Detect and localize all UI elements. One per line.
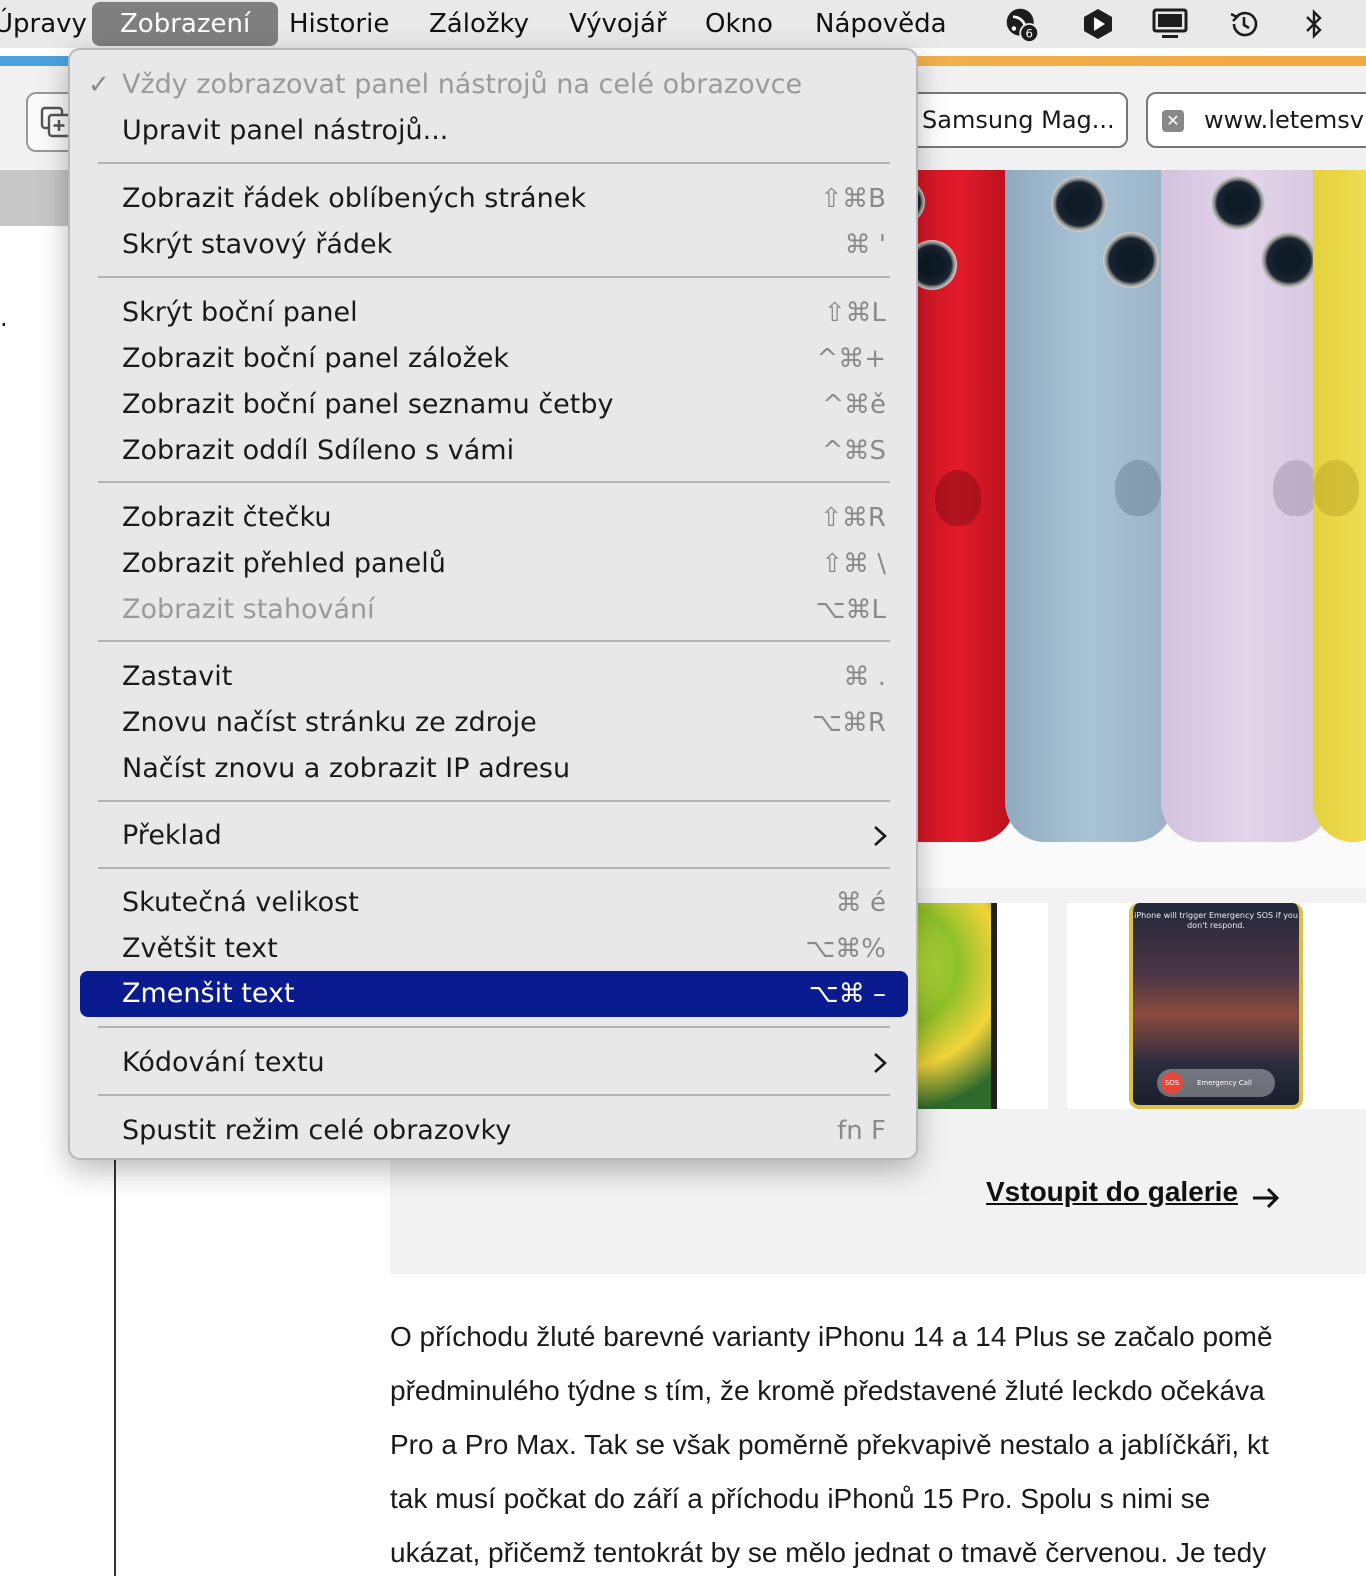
rss-badge-icon[interactable]: 6 (1004, 6, 1040, 43)
shortcut-label: ^⌘S (821, 436, 886, 466)
menu-item-show-reader[interactable]: Zobrazit čtečku ⇧⌘R (80, 495, 908, 541)
menu-item-stop[interactable]: Zastavit ⌘ . (80, 654, 908, 700)
sos-message: iPhone will trigger Emergency SOS if you… (1134, 911, 1298, 930)
sidebar-highlight (0, 170, 70, 226)
menubar-item-zobrazeni[interactable]: Zobrazení (92, 2, 279, 46)
shortcut-label: ^⌘ě (822, 390, 886, 420)
tab-title: www.letemsv (1204, 106, 1365, 134)
shortcut-label: ⌥⌘ – (808, 979, 886, 1009)
shortcut-label: ⌥⌘L (815, 595, 886, 625)
menu-separator (98, 867, 890, 869)
shortcut-label: ⌥⌘% (805, 934, 886, 964)
shield-play-icon[interactable] (1080, 6, 1116, 42)
menu-item-customize-toolbar[interactable]: Upravit panel nástrojů... (80, 108, 908, 154)
chevron-right-icon (874, 826, 887, 846)
chevron-right-icon (874, 1053, 887, 1073)
blue-iphone (1005, 170, 1173, 842)
checkmark-icon: ✓ (88, 70, 110, 100)
view-menu-dropdown: ✓ Vždy zobrazovat panel nástrojů na celé… (68, 48, 918, 1160)
menu-item-translation[interactable]: Překlad (80, 813, 908, 859)
menu-item-bookmarks-sidebar[interactable]: Zobrazit boční panel záložek ^⌘+ (80, 336, 908, 382)
hero-caption-strip (915, 842, 1366, 888)
menu-item-always-show-toolbar[interactable]: ✓ Vždy zobrazovat panel nástrojů na celé… (80, 62, 908, 108)
notification-count: 6 (1025, 27, 1032, 41)
shortcut-label: ⇧⌘ \ (821, 549, 886, 579)
menu-item-zoom-out-text[interactable]: Zmenšit text ⌥⌘ – (80, 971, 908, 1017)
menu-item-tab-overview[interactable]: Zobrazit přehled panelů ⇧⌘ \ (80, 541, 908, 587)
article-line: ukázat, přičemž tentokrát by se mělo jed… (390, 1537, 1267, 1568)
menubar-item-napoveda[interactable]: Nápověda (815, 0, 947, 48)
menubar-item-historie[interactable]: Historie (289, 0, 389, 48)
menu-item-favorites-bar[interactable]: Zobrazit řádek oblíbených stránek ⇧⌘B (80, 176, 908, 222)
menu-separator (98, 1026, 890, 1028)
menu-item-hide-sidebar[interactable]: Skrýt boční panel ⇧⌘L (80, 290, 908, 336)
menu-item-zoom-in-text[interactable]: Zvětšit text ⌥⌘% (80, 926, 908, 972)
column-divider (114, 1140, 116, 1576)
menu-separator (98, 276, 890, 278)
menu-item-status-bar[interactable]: Skrýt stavový řádek ⌘ ' (80, 222, 908, 268)
time-machine-icon[interactable] (1226, 6, 1262, 42)
menu-item-show-downloads[interactable]: Zobrazit stahování ⌥⌘L (80, 587, 908, 633)
gallery-thumb-wallpaper[interactable] (915, 903, 1048, 1109)
display-icon[interactable] (1152, 6, 1188, 42)
menu-item-actual-size[interactable]: Skutečná velikost ⌘ é (80, 880, 908, 926)
article-line: O příchodu žluté barevné varianty iPhonu… (390, 1321, 1273, 1352)
shortcut-label: ⌘ é (835, 888, 886, 918)
tab-samsung-magazine[interactable]: Samsung Mag... (906, 92, 1128, 148)
text-fragment: . (0, 304, 8, 332)
shortcut-label: ⌥⌘R (811, 708, 886, 738)
menubar-item-vyvojar[interactable]: Vývojář (569, 0, 667, 48)
hero-image-iphones (915, 170, 1366, 842)
shortcut-label: ⇧⌘R (820, 503, 886, 533)
red-iphone (915, 170, 1015, 842)
arrow-right-icon[interactable] (1250, 1184, 1282, 1212)
menu-separator (98, 1094, 890, 1096)
shortcut-label: ⇧⌘L (823, 298, 886, 328)
article-body: O příchodu žluté barevné varianty iPhonu… (390, 1310, 1366, 1580)
shortcut-label: ⌘ ' (844, 230, 886, 260)
tab-letemsvetem[interactable]: ✕ www.letemsv (1146, 92, 1366, 148)
menubar-item-zalozky[interactable]: Záložky (429, 0, 529, 48)
menu-item-reading-list-sidebar[interactable]: Zobrazit boční panel seznamu četby ^⌘ě (80, 382, 908, 428)
close-tab-icon[interactable]: ✕ (1162, 110, 1184, 132)
yellow-iphone (1313, 170, 1366, 842)
gallery-thumb-sos[interactable]: iPhone will trigger Emergency SOS if you… (1067, 903, 1366, 1109)
sos-label: SOS (1161, 1072, 1183, 1094)
emergency-call-label: Emergency Call (1197, 1079, 1252, 1087)
tab-title: Samsung Mag... (922, 106, 1115, 134)
menu-item-enter-full-screen[interactable]: Spustit režim celé obrazovky fn F (80, 1108, 908, 1154)
bluetooth-icon[interactable] (1296, 6, 1332, 42)
shortcut-label: ⌘ . (843, 662, 886, 692)
gallery-link[interactable]: Vstoupit do galerie (986, 1176, 1238, 1208)
shortcut-label: ^⌘+ (816, 344, 886, 374)
menu-item-reload-from-origin[interactable]: Znovu načíst stránku ze zdroje ⌥⌘R (80, 700, 908, 746)
menu-separator (98, 481, 890, 483)
menu-item-shared-with-you[interactable]: Zobrazit oddíl Sdíleno s vámi ^⌘S (80, 428, 908, 474)
article-line: předminulého týdne s tím, že kromě předs… (390, 1375, 1265, 1406)
menu-separator (98, 162, 890, 164)
menu-separator (98, 800, 890, 802)
menu-separator (98, 640, 890, 642)
menubar-item-upravy[interactable]: Úpravy (0, 0, 87, 48)
menubar-item-okno[interactable]: Okno (705, 0, 773, 48)
purple-iphone (1161, 170, 1329, 842)
menu-item-text-encoding[interactable]: Kódování textu (80, 1040, 908, 1086)
sos-screen: iPhone will trigger Emergency SOS if you… (1129, 903, 1303, 1109)
menu-bar: Úpravy Zobrazení Historie Záložky Vývojá… (0, 0, 1366, 48)
shortcut-label: ⇧⌘B (820, 184, 886, 214)
article-line: Pro a Pro Max. Tak se však poměrně překv… (390, 1429, 1269, 1460)
emergency-call-slider: SOS Emergency Call (1157, 1069, 1275, 1097)
shortcut-label: fn F (837, 1116, 886, 1146)
menu-item-reload-show-ip[interactable]: Načíst znovu a zobrazit IP adresu (80, 746, 908, 792)
article-line: tak musí počkat do září a příchodu iPhon… (390, 1483, 1211, 1514)
